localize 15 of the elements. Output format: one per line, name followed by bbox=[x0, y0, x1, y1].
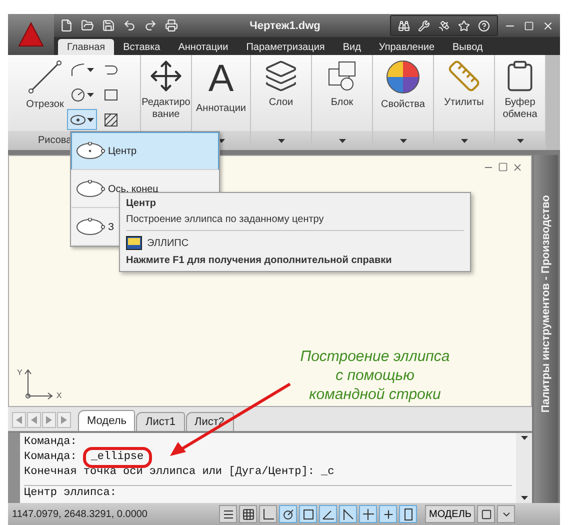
coordinates-readout: 1147.0979, 2648.3291, 0.0000 bbox=[12, 508, 148, 520]
command-name: ЭЛЛИПС bbox=[147, 238, 189, 248]
command-history-line: Команда: bbox=[24, 450, 77, 465]
tooltip-title: Центр bbox=[126, 198, 158, 209]
palette-title: Палитры инструментов - Производство bbox=[540, 195, 552, 413]
command-history-line: Команда: bbox=[24, 435, 77, 450]
text-glyph: A bbox=[208, 59, 234, 99]
x-axis-label: X bbox=[56, 391, 62, 400]
annotation-text: Построение эллипса с помощью командной строки bbox=[299, 347, 451, 404]
command-history-line: Конечная точка оси эллипса или [Дуга/Центр]: _c bbox=[24, 465, 334, 480]
y-axis-label: Y bbox=[17, 368, 22, 377]
highlighted-command: _ellipse bbox=[82, 447, 152, 468]
window-title: Чертеж1.dwg bbox=[248, 20, 322, 32]
help-hint: Нажмите F1 для получения дополнительной справки bbox=[126, 255, 393, 266]
tooltip-description: Построение эллипса по заданному центру bbox=[126, 214, 325, 225]
